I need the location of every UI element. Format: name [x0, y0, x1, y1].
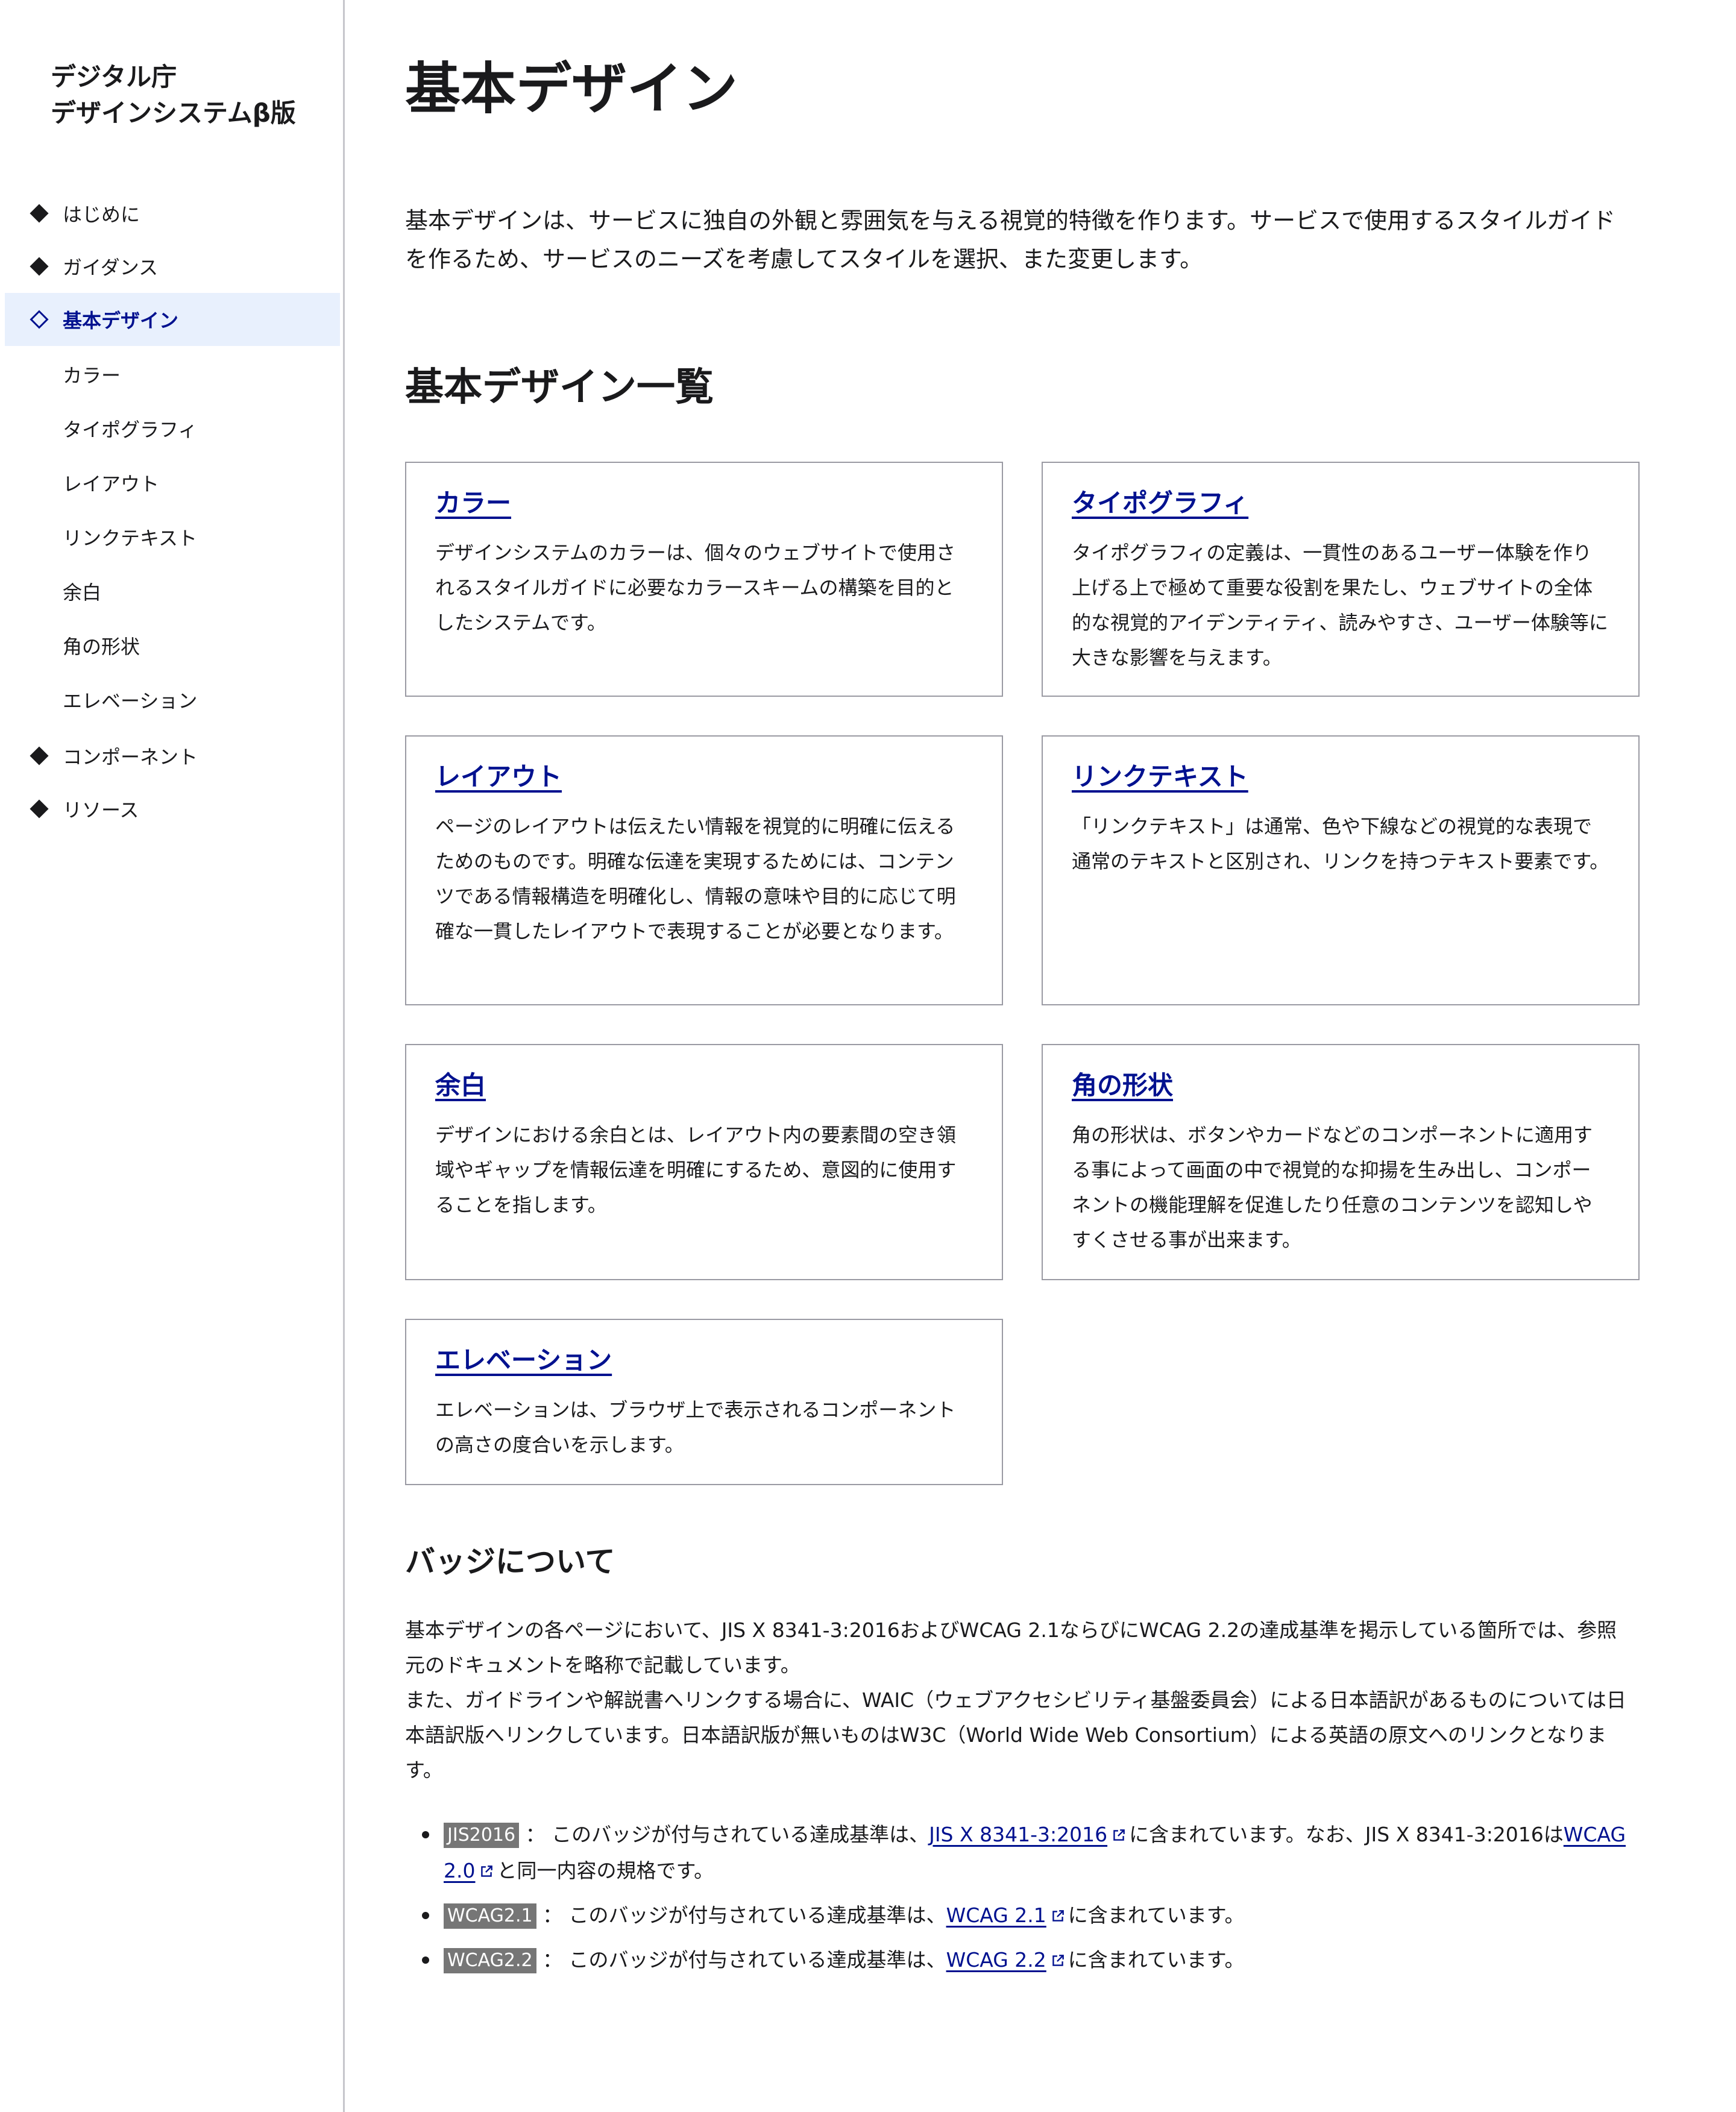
- external-link-icon: [1052, 1955, 1064, 1966]
- list-item: WCAG2.1 ： このバッジが付与されている達成基準は、WCAG 2.1 に含ま…: [422, 1897, 1628, 1934]
- nav-sub-item-corner-shape[interactable]: 角の形状: [5, 618, 340, 673]
- wcag21-link[interactable]: WCAG 2.1: [946, 1903, 1046, 1927]
- card-description: エレベーションは、ブラウザ上で表示されるコンポーネントの高さの度合いを示します。: [435, 1398, 956, 1456]
- badge-text: に含まれています。なお、JIS X 8341-3:2016は: [1129, 1823, 1564, 1846]
- card-description: デザインにおける余白とは、レイアウト内の要素間の空き領域やギャップを情報伝達を明…: [435, 1124, 957, 1216]
- badge-explanation: 基本デザインの各ページにおいて、JIS X 8341-3:2016およびWCAG…: [405, 1613, 1635, 1788]
- card-description: デザインシステムのカラーは、個々のウェブサイトで使用されるスタイルガイドに必要な…: [435, 541, 956, 634]
- diamond-icon: [30, 204, 49, 223]
- badge-text: ： このバッジが付与されている達成基準は、: [542, 1903, 946, 1927]
- nav-label: はじめに: [63, 203, 140, 226]
- section-heading-badges: バッジについて: [405, 1544, 615, 1579]
- badge-text: と同一内容の規格です。: [497, 1859, 714, 1882]
- nav-sub-item-elevation[interactable]: エレベーション: [5, 673, 340, 727]
- badge-text: に含まれています。: [1068, 1903, 1245, 1927]
- card-title-link[interactable]: リンクテキスト: [1072, 758, 1248, 796]
- card-description: 「リンクテキスト」は通常、色や下線などの視覚的な表現で通常のテキストと区別され、…: [1072, 815, 1609, 873]
- badge-paragraph-2: また、ガイドラインや解説書へリンクする場合に、WAIC（ウェブアクセシビリティ基…: [405, 1688, 1626, 1782]
- diamond-outline-icon: [30, 310, 49, 329]
- badge-text: ： このバッジが付与されている達成基準は、: [525, 1823, 929, 1846]
- external-link-icon: [1052, 1910, 1064, 1922]
- nav-sub-item-spacing[interactable]: 余白: [5, 564, 340, 618]
- card-title-link[interactable]: 角の形状: [1072, 1067, 1173, 1104]
- card-description: 角の形状は、ボタンやカードなどのコンポーネントに適用する事によって画面の中で視覚…: [1072, 1124, 1593, 1251]
- page-root: デジタル庁 デザインシステムβ版 はじめに ガイダンス 基本デザイン カラー タ…: [0, 0, 1736, 2112]
- card-description: タイポグラフィの定義は、一貫性のあるユーザー体験を作り上げる上で極めて重要な役割…: [1072, 541, 1608, 669]
- brand-line-1: デジタル庁: [51, 62, 177, 92]
- nav-item-components[interactable]: コンポーネント: [5, 729, 340, 782]
- nav-item-resources[interactable]: リソース: [5, 782, 340, 835]
- external-link-icon: [1113, 1829, 1125, 1841]
- nav-sub-item-typography[interactable]: タイポグラフィ: [5, 401, 340, 456]
- badge-wcag22: WCAG2.2: [444, 1948, 536, 1973]
- nav-item-guidance[interactable]: ガイダンス: [5, 240, 340, 293]
- nav-label: ガイダンス: [63, 256, 159, 279]
- jis-link[interactable]: JIS X 8341-3:2016: [929, 1823, 1107, 1846]
- card-elevation: エレベーション エレベーションは、ブラウザ上で表示されるコンポーネントの高さの度…: [405, 1319, 1003, 1485]
- card-title-link[interactable]: レイアウト: [435, 758, 562, 796]
- nav-sub-item-layout[interactable]: レイアウト: [5, 456, 340, 510]
- section-heading-list: 基本デザイン一覧: [405, 365, 714, 410]
- badge-paragraph-1: 基本デザインの各ページにおいて、JIS X 8341-3:2016およびWCAG…: [405, 1618, 1617, 1677]
- nav-label: リソース: [63, 799, 139, 822]
- card-title-link[interactable]: エレベーション: [435, 1342, 612, 1379]
- diamond-icon: [30, 257, 49, 276]
- nav-item-basic-design[interactable]: 基本デザイン: [5, 293, 340, 346]
- external-link-icon: [481, 1865, 493, 1877]
- badge-text: に含まれています。: [1068, 1948, 1245, 1972]
- badge-jis2016: JIS2016: [444, 1823, 520, 1848]
- card-title-link[interactable]: カラー: [435, 485, 511, 522]
- nav-sub-item-link-text[interactable]: リンクテキスト: [5, 510, 340, 564]
- card-title-link[interactable]: タイポグラフィ: [1072, 485, 1248, 522]
- list-item: JIS2016 ： このバッジが付与されている達成基準は、JIS X 8341-…: [422, 1817, 1628, 1889]
- list-item: WCAG2.2 ： このバッジが付与されている達成基準は、WCAG 2.2 に含ま…: [422, 1942, 1628, 1978]
- site-brand[interactable]: デジタル庁 デザインシステムβ版: [51, 59, 296, 131]
- badge-wcag21: WCAG2.1: [444, 1903, 536, 1929]
- nav-item-intro[interactable]: はじめに: [5, 187, 340, 240]
- badge-text: ： このバッジが付与されている達成基準は、: [542, 1948, 946, 1972]
- diamond-icon: [30, 799, 49, 819]
- sidebar: デジタル庁 デザインシステムβ版 はじめに ガイダンス 基本デザイン カラー タ…: [0, 0, 345, 2112]
- nav-label: コンポーネント: [63, 746, 198, 768]
- badge-list: JIS2016 ： このバッジが付与されている達成基準は、JIS X 8341-…: [422, 1817, 1628, 1987]
- nav-sub-item-color[interactable]: カラー: [5, 347, 340, 401]
- card-typography: タイポグラフィ タイポグラフィの定義は、一貫性のあるユーザー体験を作り上げる上で…: [1042, 462, 1640, 697]
- card-color: カラー デザインシステムのカラーは、個々のウェブサイトで使用されるスタイルガイド…: [405, 462, 1003, 697]
- lead-paragraph: 基本デザインは、サービスに独自の外観と雰囲気を与える視覚的特徴を作ります。サービ…: [405, 207, 1615, 272]
- card-layout: レイアウト ページのレイアウトは伝えたい情報を視覚的に明確に伝えるためのものです…: [405, 735, 1003, 1005]
- card-spacing: 余白 デザインにおける余白とは、レイアウト内の要素間の空き領域やギャップを情報伝…: [405, 1044, 1003, 1280]
- card-title-link[interactable]: 余白: [435, 1067, 486, 1104]
- card-link-text: リンクテキスト 「リンクテキスト」は通常、色や下線などの視覚的な表現で通常のテキ…: [1042, 735, 1640, 1005]
- wcag22-link[interactable]: WCAG 2.2: [946, 1948, 1046, 1972]
- diamond-icon: [30, 746, 49, 765]
- page-title: 基本デザイン: [405, 57, 738, 121]
- brand-line-2: デザインシステムβ版: [51, 98, 296, 128]
- card-description: ページのレイアウトは伝えたい情報を視覚的に明確に伝えるためのものです。明確な伝達…: [435, 815, 956, 943]
- nav-sublist: カラー タイポグラフィ レイアウト リンクテキスト 余白 角の形状 エレベーショ…: [5, 347, 340, 727]
- card-corner-shape: 角の形状 角の形状は、ボタンやカードなどのコンポーネントに適用する事によって画面…: [1042, 1044, 1640, 1280]
- nav-label: 基本デザイン: [63, 309, 179, 332]
- sidebar-nav: はじめに ガイダンス 基本デザイン カラー タイポグラフィ レイアウト リンクテ…: [5, 187, 340, 835]
